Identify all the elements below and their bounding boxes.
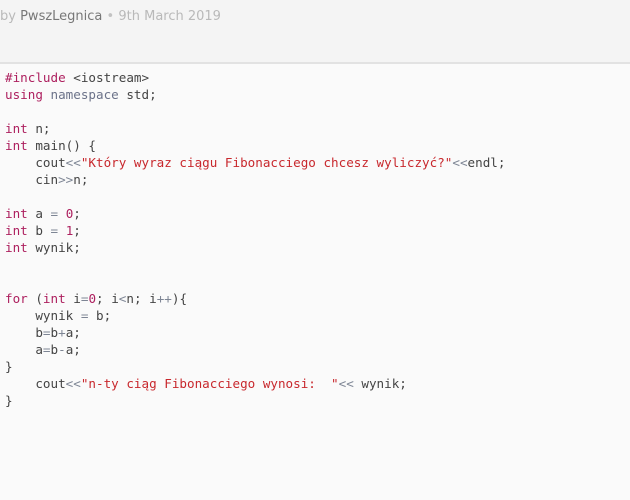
keyword-token: int [5, 240, 28, 255]
operator-token: << [452, 155, 468, 170]
code-text: a; [65, 342, 81, 357]
operator-token: - [58, 342, 66, 357]
code-text: endl; [467, 155, 506, 170]
string-token: "n-ty ciąg Fibonacciego wynosi: " [80, 376, 339, 391]
code-text: ){ [171, 291, 188, 306]
code-text: ; [73, 223, 81, 238]
operator-token: + [58, 325, 66, 340]
code-text: ; i [96, 291, 119, 306]
code-text: ( [27, 291, 43, 306]
string-token: "Który wyraz ciągu Fibonacciego chcesz w… [80, 155, 453, 170]
operator-token: = [42, 325, 51, 340]
code-text: } [5, 393, 13, 408]
code-text: b [5, 325, 43, 340]
code-line: cout<<"Który wyraz ciągu Fibonacciego ch… [5, 154, 630, 171]
operator-token: << [338, 376, 354, 391]
code-text: i [65, 291, 81, 306]
post-date: 9th March 2019 [118, 9, 221, 24]
code-block[interactable]: #include <iostream> using namespace std; i… [0, 64, 630, 409]
code-text: n; i [126, 291, 157, 306]
code-text: cout [5, 376, 66, 391]
code-text: a; [65, 325, 81, 340]
code-line: int wynik; [5, 239, 630, 256]
code-text: } [5, 359, 13, 374]
code-line: } [5, 392, 630, 409]
code-text: cin [5, 172, 59, 187]
code-line: b=b+a; [5, 324, 630, 341]
code-line: int b = 1; [5, 222, 630, 239]
code-line: wynik = b; [5, 307, 630, 324]
operator-token: = [50, 223, 59, 238]
operator-token: << [65, 155, 81, 170]
code-text: n; [27, 121, 51, 136]
by-label: by [0, 9, 16, 24]
code-line: a=b-a; [5, 341, 630, 358]
code-line: } [5, 358, 630, 375]
code-text: wynik; [27, 240, 81, 255]
code-text: main() { [27, 138, 96, 153]
code-line: using namespace std; [5, 86, 630, 103]
code-line: int main() { [5, 137, 630, 154]
keyword-token: int [5, 138, 28, 153]
code-line: #include <iostream> [5, 69, 630, 86]
keyword-token: int [5, 121, 28, 136]
code-line: for (int i=0; i<n; i++){ [5, 290, 630, 307]
keyword-token: int [5, 206, 28, 221]
code-text: <iostream> [65, 70, 150, 85]
number-token: 0 [88, 291, 97, 306]
operator-token: = [50, 206, 59, 221]
code-text: wynik [5, 308, 81, 323]
keyword-token: using [5, 87, 43, 102]
operator-token: << [65, 376, 81, 391]
code-line: int a = 0; [5, 205, 630, 222]
operator-token: ++ [156, 291, 172, 306]
namespace-token: namespace [50, 87, 119, 102]
keyword-token: int [5, 223, 28, 238]
author-link[interactable]: PwszLegnica [20, 9, 102, 24]
code-text: b [27, 223, 51, 238]
code-line: cout<<"n-ty ciąg Fibonacciego wynosi: "<… [5, 375, 630, 392]
code-line: int n; [5, 120, 630, 137]
keyword-token: int [42, 291, 66, 306]
keyword-token: #include [5, 70, 66, 85]
code-line: cin>>n; [5, 171, 630, 188]
code-text: ; [73, 206, 81, 221]
operator-token: = [42, 342, 51, 357]
code-text: n; [73, 172, 89, 187]
paste-header: by PwszLegnica • 9th March 2019 [0, 0, 630, 64]
code-text: cout [5, 155, 66, 170]
code-text: b [50, 325, 59, 340]
byline: by PwszLegnica • 9th March 2019 [0, 9, 221, 24]
code-text: a [5, 342, 43, 357]
code-text: wynik; [353, 376, 407, 391]
operator-token: >> [58, 172, 74, 187]
keyword-token: for [5, 291, 28, 306]
code-text: b; [88, 308, 112, 323]
code-text: b [50, 342, 59, 357]
code-text: std; [118, 87, 157, 102]
code-text: a [27, 206, 51, 221]
separator-dot: • [106, 9, 115, 24]
